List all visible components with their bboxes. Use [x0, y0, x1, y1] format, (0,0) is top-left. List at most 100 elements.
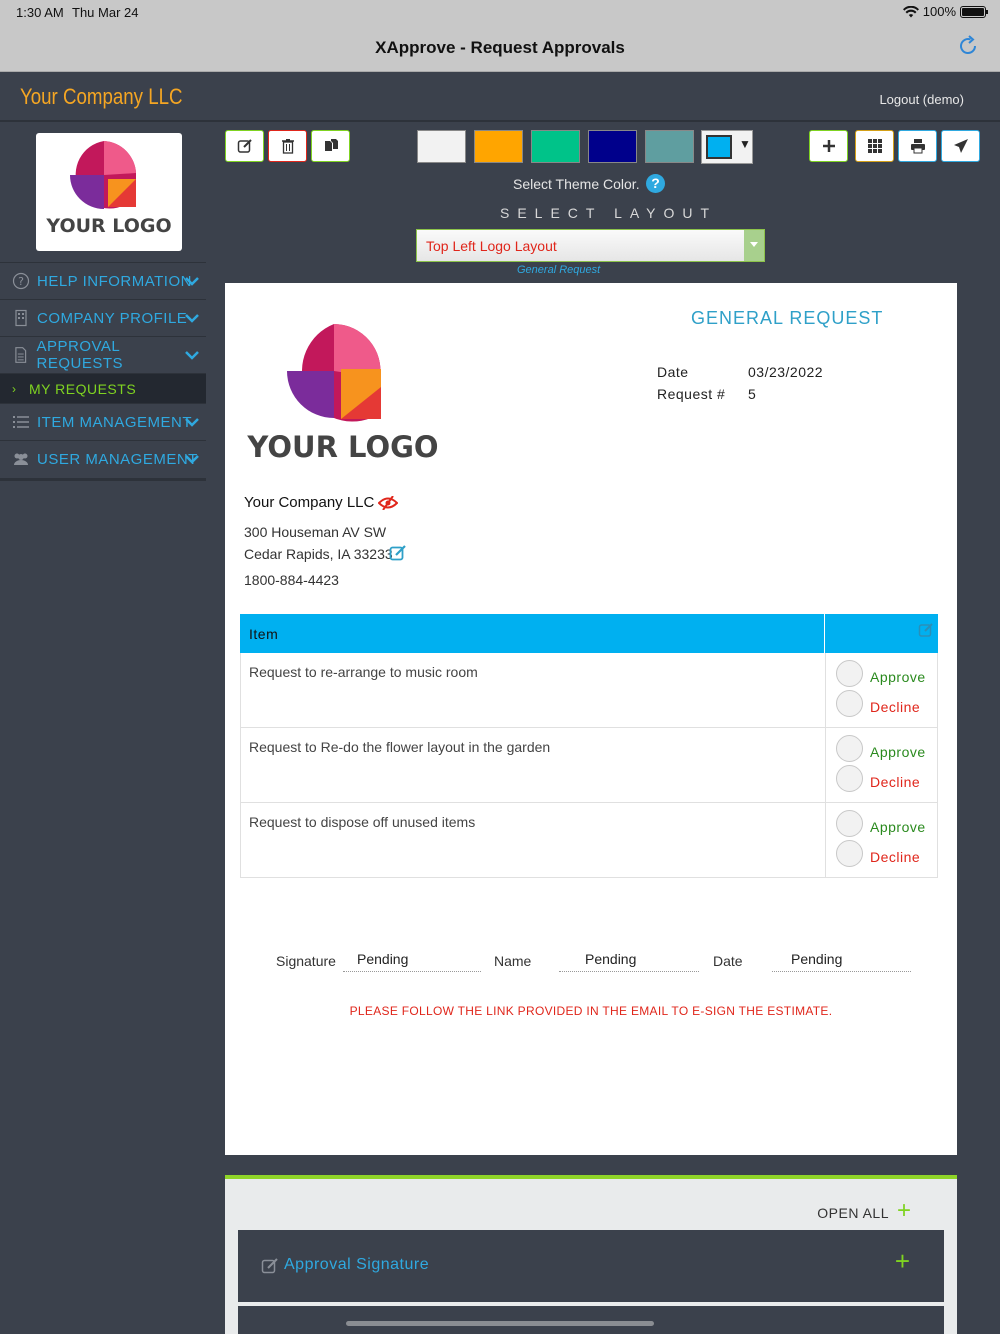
document-logo: YOUR LOGO — [246, 324, 439, 463]
wifi-icon — [902, 5, 919, 17]
date-value: 03/23/2022 — [748, 364, 824, 380]
print-icon — [910, 139, 925, 154]
battery-percent: 100% — [922, 4, 956, 19]
name-value: Pending — [585, 951, 637, 967]
grid-button[interactable] — [855, 130, 894, 162]
layout-select[interactable]: Top Left Logo Layout — [416, 229, 765, 262]
add-button[interactable] — [809, 130, 848, 162]
request-number-label: Request # — [657, 386, 726, 402]
document-title: GENERAL REQUEST — [691, 308, 884, 328]
edit-icon[interactable] — [918, 622, 934, 638]
table-row: Request to re-arrange to music room Appr… — [240, 653, 938, 728]
delete-button[interactable] — [268, 130, 307, 162]
logout-link[interactable]: Logout (demo) — [879, 92, 964, 107]
status-date: Thu Mar 24 — [72, 5, 139, 20]
decline-radio[interactable] — [836, 840, 863, 867]
svg-text:YOUR LOGO: YOUR LOGO — [246, 430, 438, 463]
signature-label: Signature — [276, 953, 336, 969]
dropdown-arrow-icon — [744, 230, 764, 261]
layout-label: SELECT LAYOUT — [500, 205, 718, 221]
expand-plus-icon: + — [894, 1246, 910, 1276]
users-icon — [14, 453, 28, 465]
question-circle-icon: ? — [12, 272, 30, 290]
request-number-value: 5 — [748, 386, 757, 402]
nav-bar: XApprove - Request Approvals — [0, 24, 1000, 72]
sidebar-item-my-requests[interactable]: › MY REQUESTS — [0, 373, 206, 403]
request-document: GENERAL REQUEST YOUR LOGO Date 03/23/2022… — [225, 283, 957, 1155]
table-header: Item — [240, 614, 938, 653]
nav-title: XApprove - Request Approvals — [375, 38, 625, 57]
decline-label: Decline — [870, 849, 921, 865]
approve-radio[interactable] — [836, 735, 863, 762]
help-icon[interactable]: ? — [646, 174, 665, 193]
plus-icon[interactable]: + — [897, 1197, 911, 1225]
send-icon — [953, 139, 968, 153]
eye-slash-icon[interactable] — [378, 495, 399, 510]
theme-swatch-orange[interactable] — [474, 130, 523, 163]
approve-label: Approve — [870, 744, 926, 760]
sidebar-item-label: APPROVAL REQUESTS — [36, 338, 124, 372]
print-button[interactable] — [898, 130, 937, 162]
name-label: Name — [494, 953, 532, 969]
address-line-2: Cedar Rapids, IA 33233 — [244, 546, 393, 562]
accordion-panel: OPEN ALL + Approval Signature + + — [225, 1175, 957, 1334]
accordion-item-approval-signature[interactable]: Approval Signature + — [238, 1230, 944, 1302]
open-all-button[interactable]: OPEN ALL — [817, 1205, 889, 1221]
approve-label: Approve — [870, 669, 926, 685]
chevron-down-icon — [185, 351, 199, 360]
approve-radio[interactable] — [836, 810, 863, 837]
theme-swatch-light[interactable] — [417, 130, 466, 163]
sidebar-item-user-management[interactable]: USER MANAGEMENT — [0, 440, 206, 477]
sidebar-item-company-profile[interactable]: COMPANY PROFILE — [0, 299, 206, 336]
chevron-right-icon: › — [12, 381, 16, 396]
document-icon — [15, 347, 27, 363]
send-button[interactable] — [941, 130, 980, 162]
layout-sublabel: General Request — [517, 264, 601, 276]
sig-date-label: Date — [713, 953, 743, 969]
edit-icon — [237, 139, 252, 153]
status-time: 1:30 AM — [16, 5, 64, 20]
copy-button[interactable] — [311, 130, 350, 162]
svg-text:YOUR LOGO: YOUR LOGO — [45, 215, 171, 237]
sidebar-item-label: MY REQUESTS — [29, 380, 137, 397]
edit-icon — [261, 1258, 278, 1274]
esign-notice: PLEASE FOLLOW THE LINK PROVIDED IN THE E… — [349, 1004, 833, 1018]
decline-radio[interactable] — [836, 690, 863, 717]
edit-icon[interactable] — [389, 544, 407, 562]
building-icon — [15, 309, 27, 327]
document-meta: Date 03/23/2022 Request # 5 — [657, 364, 823, 408]
grid-icon — [867, 139, 882, 153]
column-header-item: Item — [249, 626, 279, 642]
approve-label: Approve — [870, 819, 926, 835]
sig-date-value: Pending — [791, 951, 843, 967]
decline-label: Decline — [870, 774, 921, 790]
home-indicator — [346, 1321, 654, 1326]
accordion-item-next[interactable]: + — [238, 1306, 944, 1334]
sidebar-item-item-management[interactable]: ITEM MANAGEMENT — [0, 403, 206, 440]
sidebar-menu: ? HELP INFORMATION COMPANY PROFILE APPRO… — [0, 262, 206, 477]
date-label: Date — [657, 364, 689, 380]
sidebar-item-label: HELP INFORMATION — [37, 272, 192, 290]
svg-text:?: ? — [18, 275, 24, 288]
signature-value: Pending — [357, 951, 409, 967]
sidebar-item-approval-requests[interactable]: APPROVAL REQUESTS — [0, 336, 206, 373]
header-company-name: Your Company LLC — [20, 84, 183, 109]
chevron-down-icon — [185, 455, 199, 464]
sidebar-divider — [0, 478, 206, 481]
sidebar-item-label: ITEM MANAGEMENT — [37, 413, 193, 431]
refresh-icon[interactable] — [956, 34, 980, 58]
theme-swatch-green[interactable] — [531, 130, 580, 163]
sidebar-item-label: USER MANAGEMENT — [37, 450, 198, 468]
chevron-down-icon — [185, 418, 199, 427]
accordion-item-label: Approval Signature — [284, 1256, 430, 1273]
theme-swatch-navy[interactable] — [588, 130, 637, 163]
theme-swatch-teal[interactable] — [645, 130, 694, 163]
decline-radio[interactable] — [836, 765, 863, 792]
sidebar-item-help-information[interactable]: ? HELP INFORMATION — [0, 262, 206, 299]
layout-select-value: Top Left Logo Layout — [426, 238, 557, 254]
theme-color-picker[interactable]: ▼ — [701, 130, 753, 164]
plus-icon — [822, 140, 835, 152]
edit-button[interactable] — [225, 130, 264, 162]
caret-down-icon: ▼ — [739, 137, 751, 151]
approve-radio[interactable] — [836, 660, 863, 687]
